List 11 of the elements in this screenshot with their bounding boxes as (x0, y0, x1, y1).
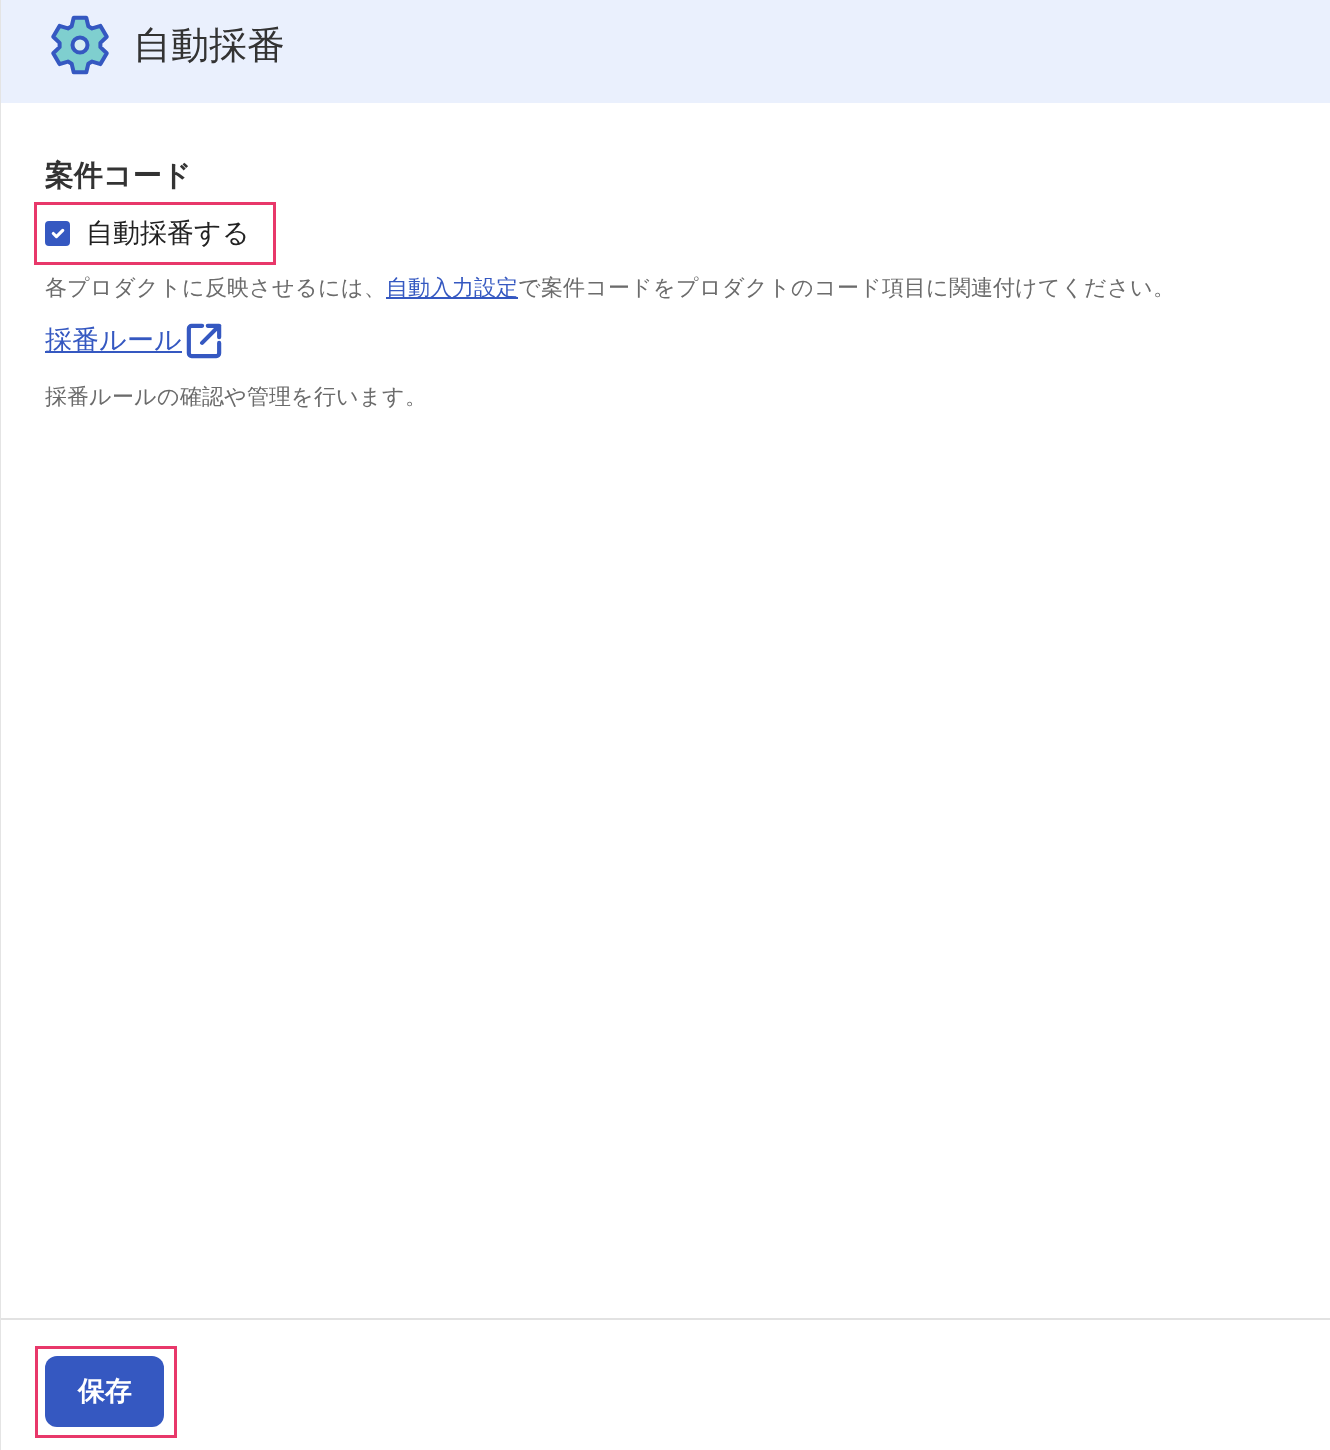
rule-description: 採番ルールの確認や管理を行います。 (45, 382, 428, 411)
external-link-icon[interactable] (186, 322, 222, 359)
checkbox-label[interactable]: 自動採番する (86, 215, 264, 251)
numbering-rule-link[interactable]: 採番ルール (45, 321, 182, 360)
checkbox[interactable] (45, 220, 70, 246)
help-text: 各プロダクトに反映させるには、自動入力設定で案件コードをプロダクトのコード項目に関連付けてください。 (45, 273, 1176, 302)
auto-input-settings-link[interactable]: 自動入力設定 (386, 274, 518, 300)
section-heading: 案件コード (45, 158, 193, 193)
page-title: 自動採番 (133, 25, 285, 64)
settings-gear-icon (49, 13, 111, 76)
save-button[interactable]: 保存 (45, 1356, 164, 1427)
